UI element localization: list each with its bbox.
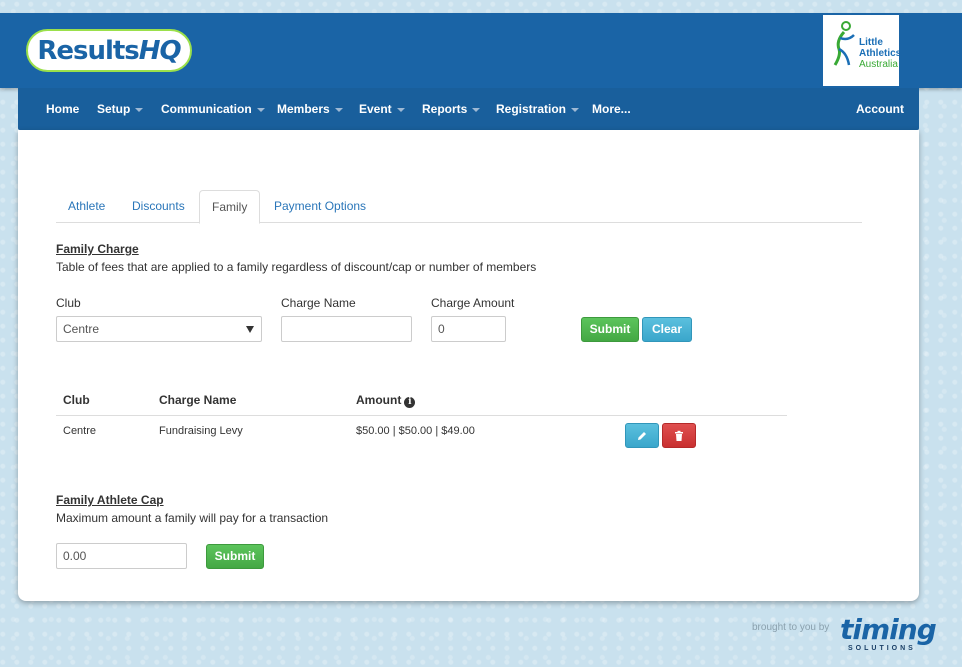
edit-button[interactable] [625,423,659,448]
table-header-amount: Amount i [356,393,416,408]
tab-athlete-label: Athlete [68,199,106,213]
row-amount: $50.00 | $50.00 | $49.00 [356,425,475,437]
charge-clear-button[interactable]: Clear [642,317,692,342]
nav-setup-label: Setup [97,102,131,116]
nav-members[interactable]: Members [277,88,343,130]
nav-setup[interactable]: Setup [97,88,144,130]
nav-home-label: Home [46,102,80,116]
row-charge-name: Fundraising Levy [159,425,243,437]
charge-amount-input[interactable]: 0 [431,316,506,342]
laa-line1: Little [859,37,883,48]
nav-registration[interactable]: Registration [496,88,580,130]
nav-communication[interactable]: Communication [161,88,265,130]
info-icon[interactable]: i [404,397,416,408]
chevron-down-icon [334,107,343,112]
family-charge-title: Family Charge [56,242,139,256]
nav-event[interactable]: Event [359,88,405,130]
logo-text-main: Results [37,35,139,66]
pencil-icon [638,432,646,440]
athlete-figure-icon [833,21,855,66]
nav-members-label: Members [277,102,330,116]
main-navbar: Home Setup Communication Members Event R… [18,88,919,130]
charge-amount-label: Charge Amount [431,296,515,310]
nav-reports-label: Reports [422,102,468,116]
nav-reports[interactable]: Reports [422,88,481,130]
chevron-down-icon [135,107,144,112]
club-select[interactable]: Centre [56,316,262,342]
family-charge-description: Table of fees that are applied to a fami… [56,260,537,274]
timing-solutions-sub: SOLUTIONS [848,645,916,652]
tab-bar: Athlete Discounts Family Payment Options [56,190,862,224]
delete-button[interactable] [662,423,696,448]
little-athletics-logo: Little Athletics Australia [823,15,899,86]
family-cap-description: Maximum amount a family will pay for a t… [56,511,329,525]
charge-name-input[interactable] [281,316,412,342]
dropdown-arrow-icon [246,326,254,333]
nav-event-label: Event [359,102,392,116]
nav-more[interactable]: More... [592,88,631,130]
tab-discounts[interactable]: Discounts [120,190,197,223]
top-header: Results HQ Little Athletics Australia [0,13,962,88]
chevron-down-icon [571,107,580,112]
family-cap-input[interactable]: 0.00 [56,543,187,569]
chevron-down-icon [472,107,481,112]
tab-discounts-label: Discounts [132,199,185,213]
tab-family-label: Family [212,200,248,214]
charge-amount-value: 0 [438,322,445,336]
family-cap-value: 0.00 [63,549,87,563]
laa-line2: Athletics [859,48,899,59]
tab-payment-options-label: Payment Options [274,199,367,213]
tab-athlete[interactable]: Athlete [56,190,117,223]
logo-text-suffix: HQ [138,35,182,66]
nav-registration-label: Registration [496,102,567,116]
laa-line3: Australia [859,59,898,70]
nav-communication-label: Communication [161,102,252,116]
nav-home[interactable]: Home [46,88,79,130]
charge-submit-button[interactable]: Submit [581,317,639,342]
nav-account[interactable]: Account [856,88,904,130]
table-header-amount-label: Amount [356,393,402,407]
table-header-divider [56,415,787,416]
tab-payment-options[interactable]: Payment Options [262,190,378,223]
little-athletics-wordmark: Little Athletics Australia [859,37,899,70]
timing-solutions-logo[interactable]: timing [840,615,937,645]
resultshq-logo[interactable]: Results HQ [26,29,192,72]
table-header-club: Club [63,393,90,407]
club-select-value: Centre [63,322,100,336]
row-club: Centre [63,425,97,437]
tab-family[interactable]: Family [199,190,261,224]
family-cap-title: Family Athlete Cap [56,493,164,507]
charge-name-label: Charge Name [281,296,356,310]
content-panel: Athlete Discounts Family Payment Options… [18,130,919,601]
chevron-down-icon [396,107,405,112]
club-label: Club [56,296,81,310]
nav-more-label: More... [592,102,631,116]
nav-account-label: Account [856,102,904,116]
family-cap-submit-button[interactable]: Submit [206,544,264,569]
trash-icon [675,430,683,441]
chevron-down-icon [256,107,265,112]
footer-brought-by: brought to you by [752,622,830,633]
table-header-charge-name: Charge Name [159,393,237,407]
